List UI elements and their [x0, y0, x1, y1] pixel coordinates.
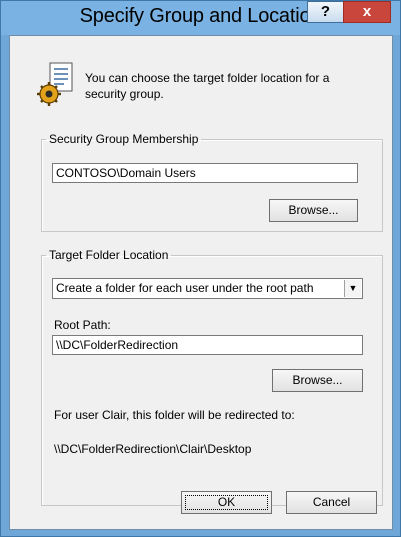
cancel-button[interactable]: Cancel: [286, 491, 377, 514]
intro-description: You can choose the target folder locatio…: [85, 71, 330, 101]
redirect-preview-path: \\DC\FolderRedirection\Clair\Desktop: [54, 442, 252, 456]
root-path-browse-button[interactable]: Browse...: [272, 369, 363, 392]
focus-rectangle: [185, 495, 268, 510]
membership-browse-button[interactable]: Browse...: [269, 199, 358, 222]
target-location-selected-option: Create a folder for each user under the …: [56, 281, 314, 295]
redirect-preview-label: For user Clair, this folder will be redi…: [54, 408, 295, 422]
root-path-field[interactable]: \\DC\FolderRedirection: [52, 335, 363, 355]
dropdown-arrow-icon[interactable]: ▼: [344, 280, 361, 297]
help-button[interactable]: ?: [307, 1, 343, 23]
dialog-window: Specify Group and Location ? x You can c…: [0, 0, 401, 537]
title-bar[interactable]: Specify Group and Location ? x: [1, 1, 400, 35]
group-policy-icon: [37, 62, 73, 106]
security-group-field[interactable]: CONTOSO\Domain Users: [52, 163, 358, 183]
ok-button[interactable]: OK: [181, 491, 272, 514]
dialog-body: You can choose the target folder locatio…: [9, 35, 393, 530]
close-button[interactable]: x: [343, 1, 391, 23]
security-group-membership-legend: Security Group Membership: [49, 132, 199, 146]
target-location-select[interactable]: Create a folder for each user under the …: [52, 278, 363, 299]
target-folder-location-legend: Target Folder Location: [49, 248, 169, 262]
root-path-label: Root Path:: [54, 318, 111, 332]
